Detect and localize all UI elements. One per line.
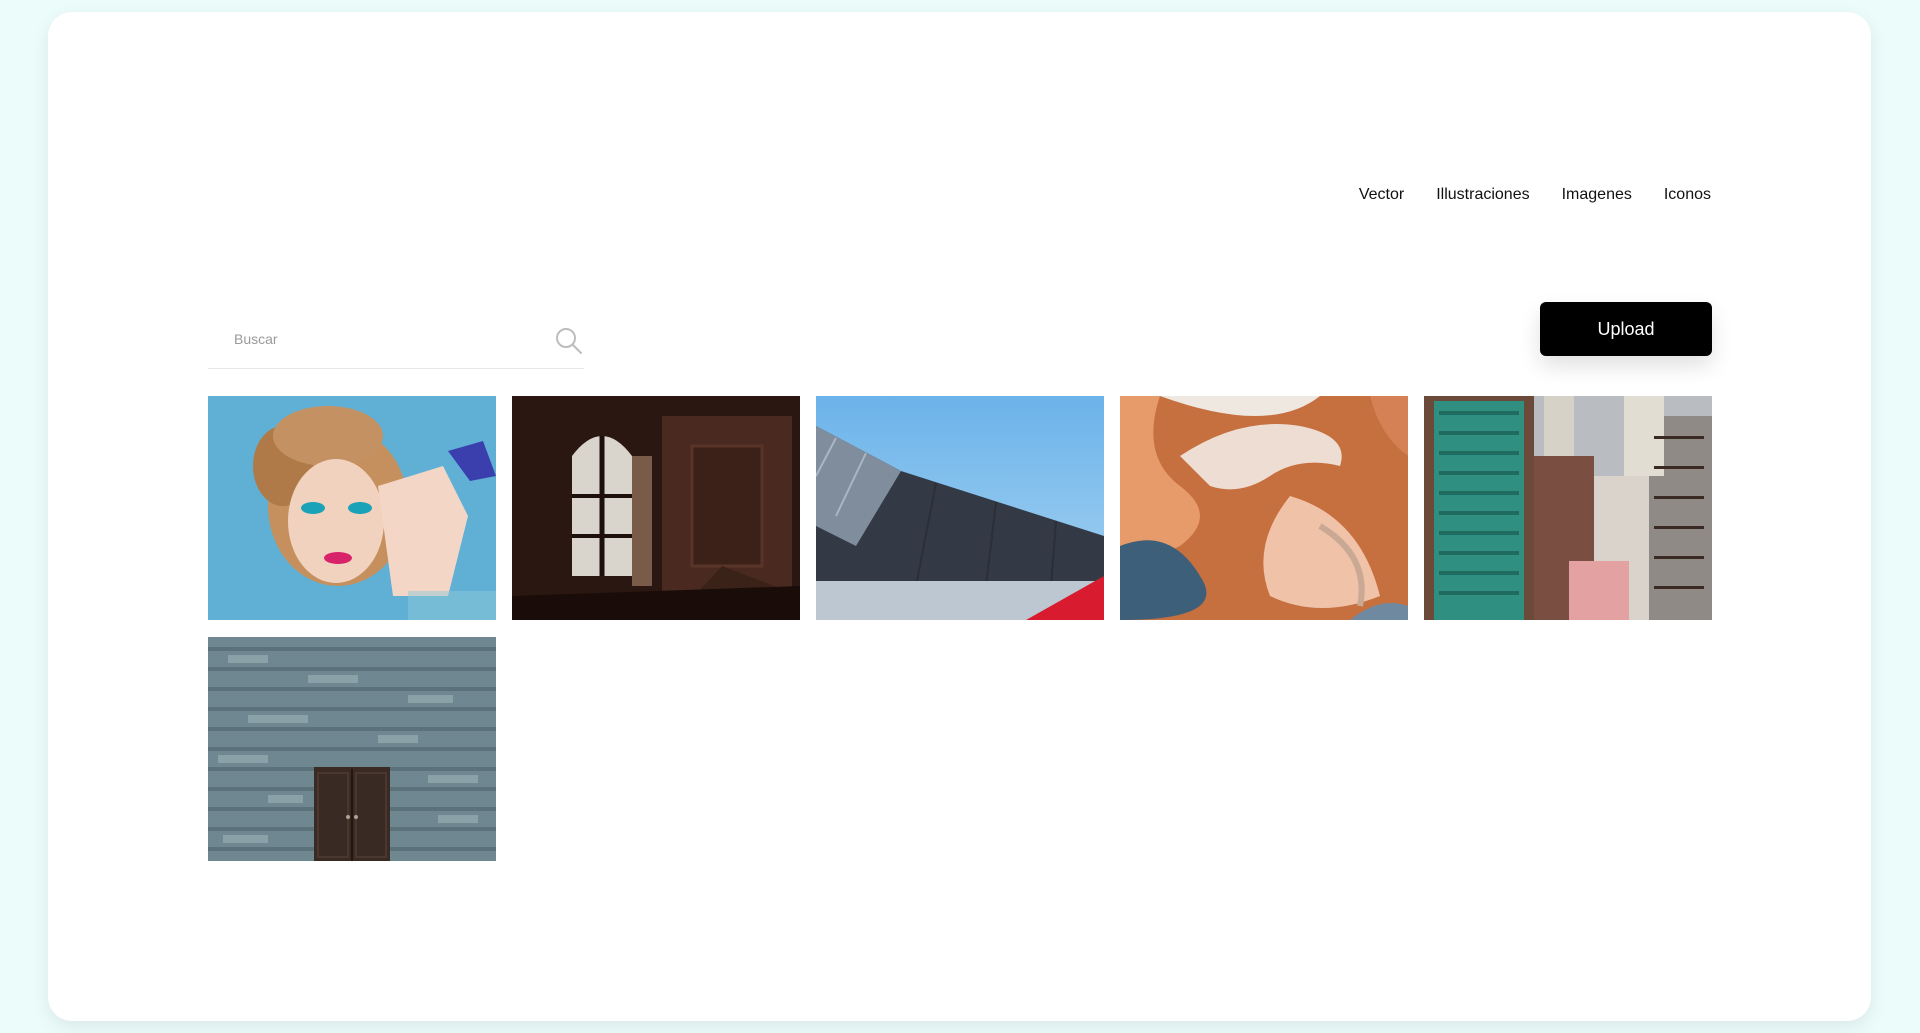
aerial-landscape-photo[interactable] xyxy=(1120,396,1408,620)
upload-button[interactable]: Upload xyxy=(1540,302,1712,356)
nav-item-vector[interactable]: Vector xyxy=(1359,186,1404,204)
search-icon[interactable] xyxy=(554,326,584,356)
search-bar xyxy=(208,312,584,369)
main-card: Vector Illustraciones Imagenes Iconos Up… xyxy=(48,12,1871,1021)
nav-item-illustraciones[interactable]: Illustraciones xyxy=(1436,186,1529,204)
search-input[interactable] xyxy=(232,330,536,348)
nav-item-iconos[interactable]: Iconos xyxy=(1664,186,1711,204)
old-window-interior-photo[interactable] xyxy=(512,396,800,620)
stone-wall-door-photo[interactable] xyxy=(208,637,496,861)
portrait-makeup-photo[interactable] xyxy=(208,396,496,620)
nav-item-imagenes[interactable]: Imagenes xyxy=(1562,186,1632,204)
image-gallery xyxy=(208,396,1712,861)
building-roof-sky-photo[interactable] xyxy=(816,396,1104,620)
city-apartment-towers-photo[interactable] xyxy=(1424,396,1712,620)
top-nav: Vector Illustraciones Imagenes Iconos xyxy=(1359,186,1711,204)
